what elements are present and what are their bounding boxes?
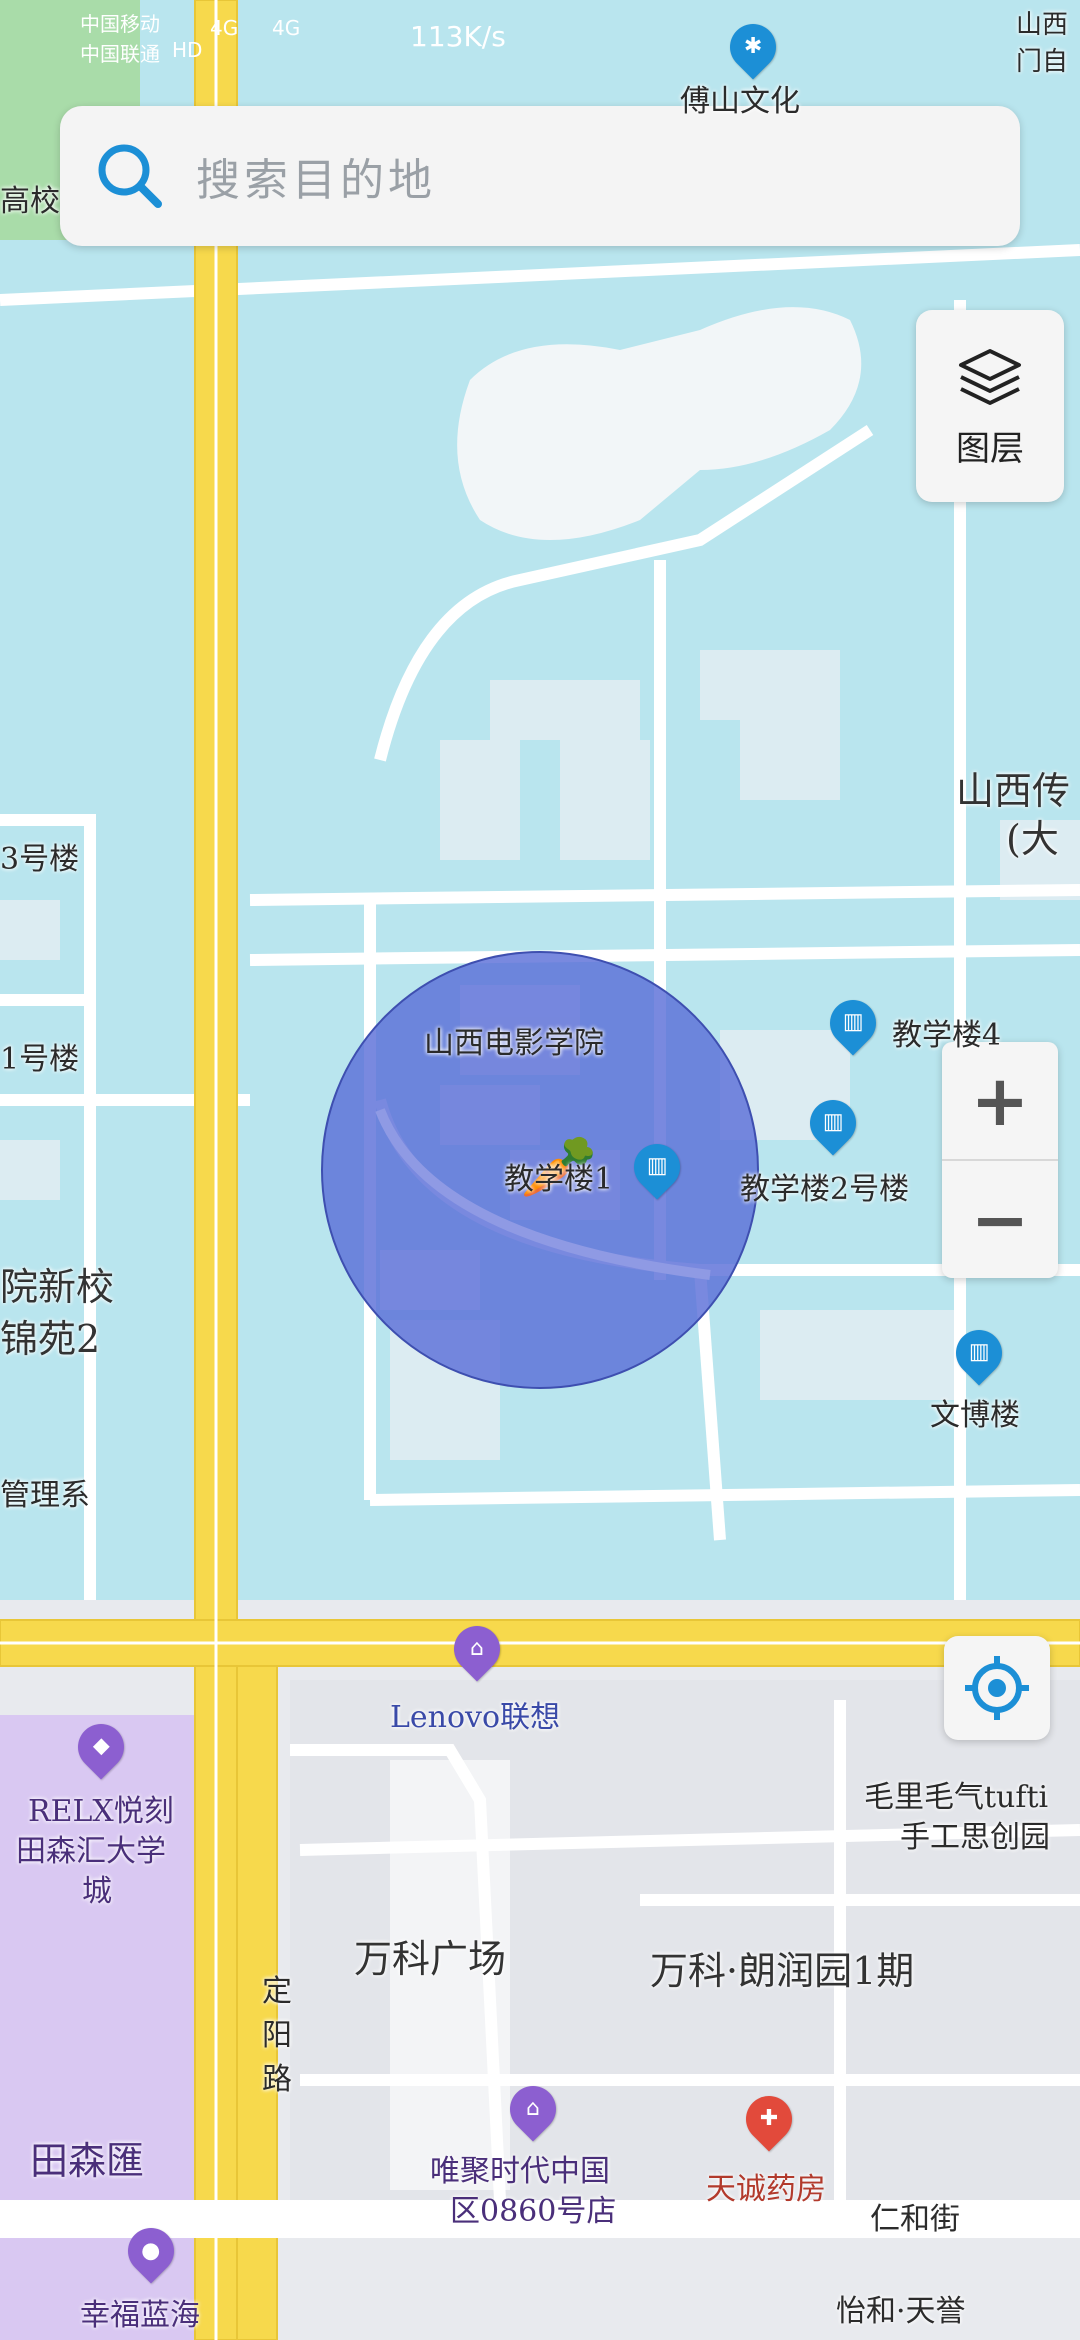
status-bar: 中国移动 中国联通 HD 4G 4G 113K/s xyxy=(0,0,1080,70)
label-vanke-langrun[interactable]: 万科·朗润园1期 xyxy=(650,1940,914,1995)
zoom-out-button[interactable]: − xyxy=(942,1161,1058,1278)
locate-button[interactable] xyxy=(944,1636,1050,1740)
carrier-2: 中国联通 xyxy=(80,42,160,66)
label-tiancheng[interactable]: 天诚药房 xyxy=(706,2164,826,2208)
layers-button[interactable]: 图层 xyxy=(916,310,1064,502)
carrier-1: 中国移动 xyxy=(80,12,160,36)
layers-label: 图层 xyxy=(956,428,1024,469)
search-icon xyxy=(98,144,162,208)
label-building3[interactable]: 3号楼 xyxy=(0,834,79,878)
label-shougong[interactable]: 手工思创园 xyxy=(900,1812,1050,1856)
label-teach2[interactable]: 教学楼2号楼 xyxy=(740,1164,909,1208)
network-1: 4G xyxy=(210,16,239,40)
label-yihe[interactable]: 怡和·天誉 xyxy=(836,2286,966,2330)
net-speed: 113K/s xyxy=(410,20,506,53)
hd-badge: HD xyxy=(172,38,203,62)
label-fushan[interactable]: 傅山文化 xyxy=(680,76,800,120)
zoom-in-button[interactable]: + xyxy=(942,1042,1058,1159)
label-shanxi-right[interactable]: 山西传 xyxy=(956,760,1070,815)
label-guanli[interactable]: 管理系 xyxy=(0,1470,90,1514)
label-dingyang: 定阳路 xyxy=(262,1974,292,2097)
label-relx[interactable]: RELX悦刻 xyxy=(28,1786,174,1830)
label-vanke-square[interactable]: 万科广场 xyxy=(354,1928,506,1983)
search-placeholder: 搜索目的地 xyxy=(196,155,436,206)
label-cheng[interactable]: 城 xyxy=(82,1866,112,1910)
search-bar[interactable]: 搜索目的地 xyxy=(60,106,1020,246)
label-tiansen[interactable]: 田森匯 xyxy=(30,2130,144,2185)
label-da[interactable]: (大 xyxy=(1006,808,1059,863)
label-lenovo[interactable]: Lenovo联想 xyxy=(390,1692,560,1736)
label-teach4[interactable]: 教学楼4 xyxy=(892,1010,1001,1054)
label-newcampus[interactable]: 院新校 xyxy=(0,1256,114,1311)
label-jinyuan[interactable]: 锦苑2 xyxy=(0,1308,100,1363)
label-maoli[interactable]: 毛里毛气tufti xyxy=(864,1772,1048,1816)
layers-icon xyxy=(959,348,1021,405)
label-film-college[interactable]: 山西电影学院 xyxy=(424,1018,604,1062)
network-2: 4G xyxy=(272,16,301,40)
locate-icon xyxy=(965,1656,1029,1720)
zoom-controls: + − xyxy=(942,1042,1058,1278)
label-weiju2[interactable]: 区0860号店 xyxy=(450,2186,616,2230)
label-teach1[interactable]: 教学楼1 xyxy=(504,1154,613,1198)
label-building1[interactable]: 1号楼 xyxy=(0,1034,79,1078)
label-top-right: 山西 门自 xyxy=(1016,10,1069,77)
label-tiansenhui[interactable]: 田森汇大学 xyxy=(16,1826,166,1870)
label-wenbo[interactable]: 文博楼 xyxy=(930,1390,1020,1434)
label-gaoxiao[interactable]: 高校 xyxy=(0,176,60,220)
label-renhe: 仁和街 xyxy=(870,2202,960,2237)
label-weiju[interactable]: 唯聚时代中国 xyxy=(430,2146,610,2190)
label-xingfu[interactable]: 幸福蓝海 xyxy=(80,2290,200,2334)
